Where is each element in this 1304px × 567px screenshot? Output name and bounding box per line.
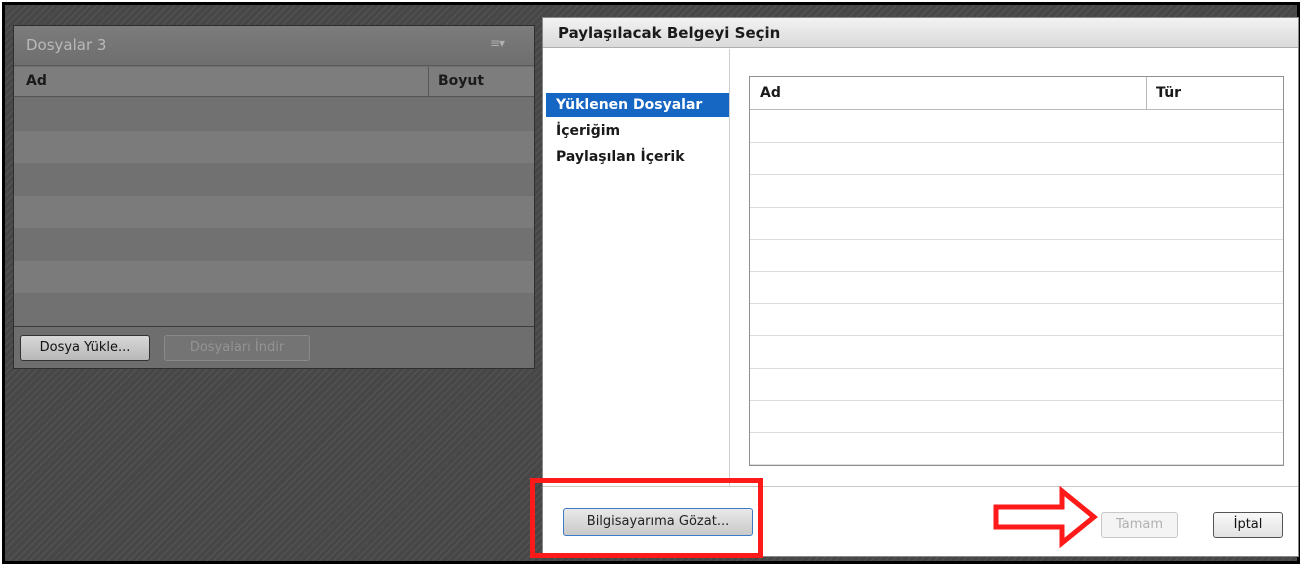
table-row[interactable]: [14, 195, 534, 228]
select-document-dialog: Paylaşılacak Belgeyi Seçin Yüklenen Dosy…: [542, 17, 1299, 557]
table-row[interactable]: [750, 272, 1283, 305]
annotation-arrow-icon: [993, 485, 1098, 549]
pod-menu-icon[interactable]: ≡▾: [490, 36, 505, 50]
annotation-highlight-box: [530, 478, 763, 558]
table-row[interactable]: [14, 130, 534, 163]
table-row[interactable]: [14, 228, 534, 261]
dialog-titlebar: Paylaşılacak Belgeyi Seçin: [543, 18, 1298, 48]
table-row[interactable]: [750, 240, 1283, 272]
table-row[interactable]: [750, 304, 1283, 337]
grid-rows: [750, 111, 1283, 466]
cancel-button[interactable]: İptal: [1213, 512, 1283, 538]
table-row[interactable]: [750, 143, 1283, 176]
table-row[interactable]: [750, 336, 1283, 369]
table-row[interactable]: [750, 111, 1283, 144]
pod-table-header: Ad Boyut: [14, 67, 534, 97]
table-row[interactable]: [14, 163, 534, 196]
download-files-button[interactable]: Dosyaları İndir: [164, 335, 310, 361]
ok-button[interactable]: Tamam: [1101, 512, 1178, 538]
content-panel: Ad Tür: [731, 49, 1298, 486]
column-divider: [428, 67, 429, 97]
column-header-ad[interactable]: Ad: [760, 85, 781, 101]
table-row[interactable]: [750, 369, 1283, 401]
table-row[interactable]: [750, 175, 1283, 208]
table-row[interactable]: [750, 433, 1283, 466]
pod-header: Dosyalar 3 ≡▾: [14, 26, 534, 66]
table-row[interactable]: [14, 293, 534, 326]
grid-header: Ad Tür: [750, 77, 1283, 110]
pod-footer: Dosya Yükle... Dosyaları İndir: [14, 326, 534, 368]
source-nav: Yüklenen Dosyalar İçeriğim Paylaşılan İç…: [543, 49, 730, 486]
table-row[interactable]: [750, 208, 1283, 240]
nav-item-shared-content[interactable]: Paylaşılan İçerik: [546, 145, 729, 169]
document-grid: Ad Tür: [749, 76, 1284, 466]
pod-file-list: [14, 98, 534, 326]
table-row[interactable]: [14, 98, 534, 131]
column-header-ad[interactable]: Ad: [26, 73, 47, 89]
pod-title: Dosyalar 3: [26, 36, 107, 54]
column-header-boyut[interactable]: Boyut: [438, 73, 484, 89]
nav-item-uploaded-files[interactable]: Yüklenen Dosyalar: [546, 93, 729, 117]
column-divider: [1146, 77, 1147, 110]
table-row[interactable]: [14, 260, 534, 293]
dialog-title: Paylaşılacak Belgeyi Seçin: [558, 24, 781, 42]
files-pod: Dosyalar 3 ≡▾ Ad Boyut Dosya Yükle... Do…: [13, 25, 535, 369]
table-row[interactable]: [750, 401, 1283, 433]
nav-item-my-content[interactable]: İçeriğim: [546, 119, 729, 143]
upload-file-button[interactable]: Dosya Yükle...: [20, 335, 150, 361]
column-header-type[interactable]: Tür: [1156, 85, 1181, 101]
